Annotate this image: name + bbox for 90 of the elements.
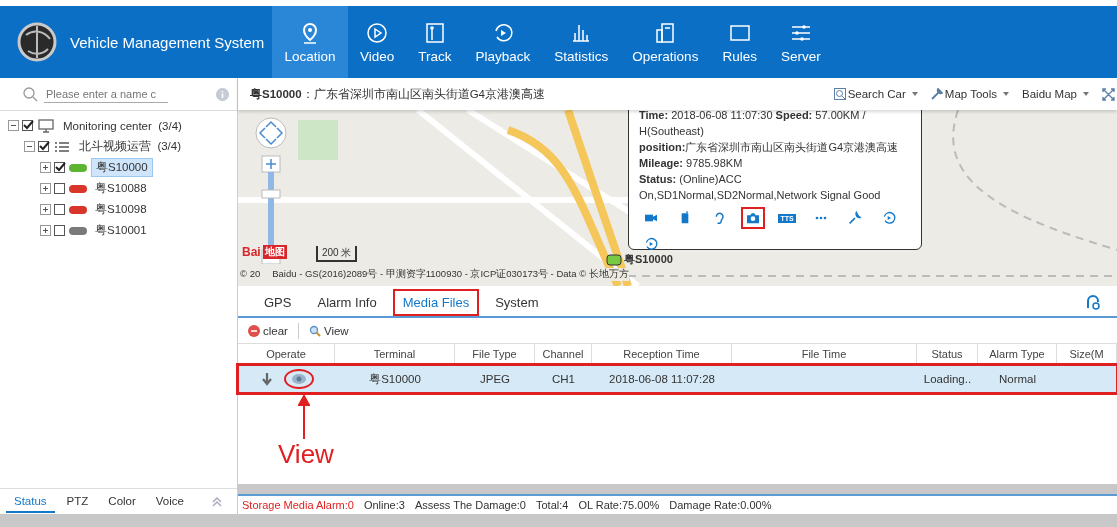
scrollbar[interactable]	[238, 484, 1117, 494]
nav-tab[interactable]: Rules	[710, 6, 769, 78]
wrench-icon	[847, 210, 863, 226]
info-icon	[216, 87, 229, 101]
nav-tab[interactable]: Video	[348, 6, 407, 78]
detail-tab[interactable]: Media Files	[392, 289, 480, 316]
copyright-text: Baidu - GS(2016)2089号 - 甲测资字1100930 - 京ICP证030173号 - Data © 长地万方	[272, 268, 629, 281]
eye-icon	[290, 373, 307, 385]
status-item: Storage Media Alarm:0	[242, 499, 354, 511]
collapse-icon[interactable]	[8, 120, 19, 131]
search-icon	[22, 86, 38, 102]
table-row[interactable]: 粤S10000 JPEG CH1 2018-06-08 11:07:28 Loading.. Normal	[238, 365, 1117, 393]
globe-logo-icon	[16, 21, 58, 63]
address-text: ：广东省深圳市南山区南头街道G4京港澳高速	[301, 86, 545, 102]
playback-icon	[881, 210, 897, 226]
caret-icon	[1002, 90, 1010, 98]
app-title: Vehicle Management System	[70, 33, 265, 51]
nav-tab[interactable]: Playback	[463, 6, 543, 78]
tree-item[interactable]: 北斗视频运营 (3/4)	[75, 138, 186, 155]
panel-tab[interactable]: Voice	[147, 490, 192, 513]
view-button[interactable]	[283, 369, 314, 389]
tree-item[interactable]: 粤S10098	[91, 201, 151, 218]
vehicle-label: 粤S10000	[624, 252, 673, 267]
status-item: OL Rate:75.00%	[578, 499, 660, 511]
checkbox[interactable]	[54, 204, 65, 215]
checkbox[interactable]	[22, 120, 33, 131]
status-item: Damage Rate:0.00%	[669, 499, 772, 511]
map-logo: Bai 地图	[242, 245, 287, 259]
tree-item[interactable]: 粤S10088	[91, 180, 151, 197]
detail-tab[interactable]: System	[485, 289, 549, 316]
panel-tab[interactable]: Status	[6, 490, 55, 513]
map-tool-dropdown[interactable]: Baidu Map	[1022, 88, 1090, 100]
playback-icon	[643, 236, 659, 252]
scale-bar: 200 米	[316, 246, 358, 262]
tree-item[interactable]: Monitoring center (3/4)	[59, 118, 186, 133]
tree-item[interactable]: 粤S10001	[91, 222, 151, 239]
toolbar-button[interactable]: clear	[244, 324, 292, 337]
detail-tab[interactable]: Alarm Info	[307, 289, 387, 316]
checkbox[interactable]	[38, 141, 49, 152]
info-line: Mileage: 9785.98KM	[639, 156, 744, 171]
minus-circle-icon	[248, 324, 260, 337]
toolbar-button[interactable]: View	[304, 324, 353, 337]
refresh-icon[interactable]	[1085, 294, 1101, 310]
table-cell-text: JPEG	[478, 373, 511, 385]
panel-tab[interactable]: Color	[100, 490, 144, 513]
list-icon	[52, 139, 72, 154]
nav-tab[interactable]: Track	[406, 6, 464, 78]
info-line: Status: (Online)ACC On,SD1Normal,SD2Normal,Network Signal Good	[639, 172, 882, 203]
nav-tab[interactable]: Operations	[620, 6, 711, 78]
annotation-arrow	[298, 395, 310, 439]
monitor-icon	[36, 118, 56, 133]
panel-tab[interactable]: PTZ	[58, 490, 97, 513]
wrench-icon	[930, 88, 943, 100]
table-cell-text: 2018-06-08 11:07:28	[608, 373, 716, 385]
detail-tab[interactable]: GPS	[254, 289, 302, 316]
expand-icon[interactable]	[40, 183, 51, 194]
car-marker-icon[interactable]	[606, 252, 622, 267]
expand-icon[interactable]	[40, 162, 51, 173]
play-circle-icon	[365, 20, 390, 45]
scrollbar[interactable]	[0, 514, 1117, 527]
checkbox[interactable]	[54, 225, 65, 236]
search-icon	[833, 88, 846, 100]
table-cell-text: 粤S10000	[368, 371, 422, 387]
nav-tab[interactable]: Statistics	[542, 6, 621, 78]
status-item: Online:3	[363, 499, 405, 511]
caret-icon	[1082, 90, 1090, 98]
search-icon	[308, 324, 321, 337]
info-line: position:广东省深圳市南山区南头街道G4京港澳高速	[639, 140, 900, 155]
camera-icon	[745, 210, 761, 226]
checkbox[interactable]	[54, 162, 65, 173]
info-line: Time: 2018-06-08 11:07:30 Speed: 57.00KM / H(Southeast)	[639, 110, 867, 139]
status-item: Assess The Damage:0	[414, 499, 526, 511]
map-tool-dropdown[interactable]: Map Tools	[930, 88, 1010, 100]
checkbox[interactable]	[54, 183, 65, 194]
table-cell-text: CH1	[551, 373, 576, 385]
tree-item[interactable]: 粤S10000	[91, 158, 153, 177]
plate-number: 粤S10000	[250, 86, 302, 102]
table-cell-text: Normal	[997, 373, 1038, 385]
download-icon[interactable]	[259, 372, 274, 386]
expand-icon[interactable]	[40, 225, 51, 236]
expand-icon[interactable]	[40, 204, 51, 215]
fullscreen-icon[interactable]	[1102, 87, 1115, 101]
table-cell-text: Loading..	[922, 373, 973, 385]
map-tool-dropdown[interactable]: Search Car	[833, 88, 919, 100]
annotation-label: View	[278, 439, 334, 470]
caret-icon	[910, 90, 919, 98]
nav-tab[interactable]: Location	[272, 6, 348, 78]
status-item: Total:4	[535, 499, 569, 511]
nav-tab[interactable]: Server	[768, 6, 833, 78]
collapse-icon[interactable]	[24, 141, 35, 152]
